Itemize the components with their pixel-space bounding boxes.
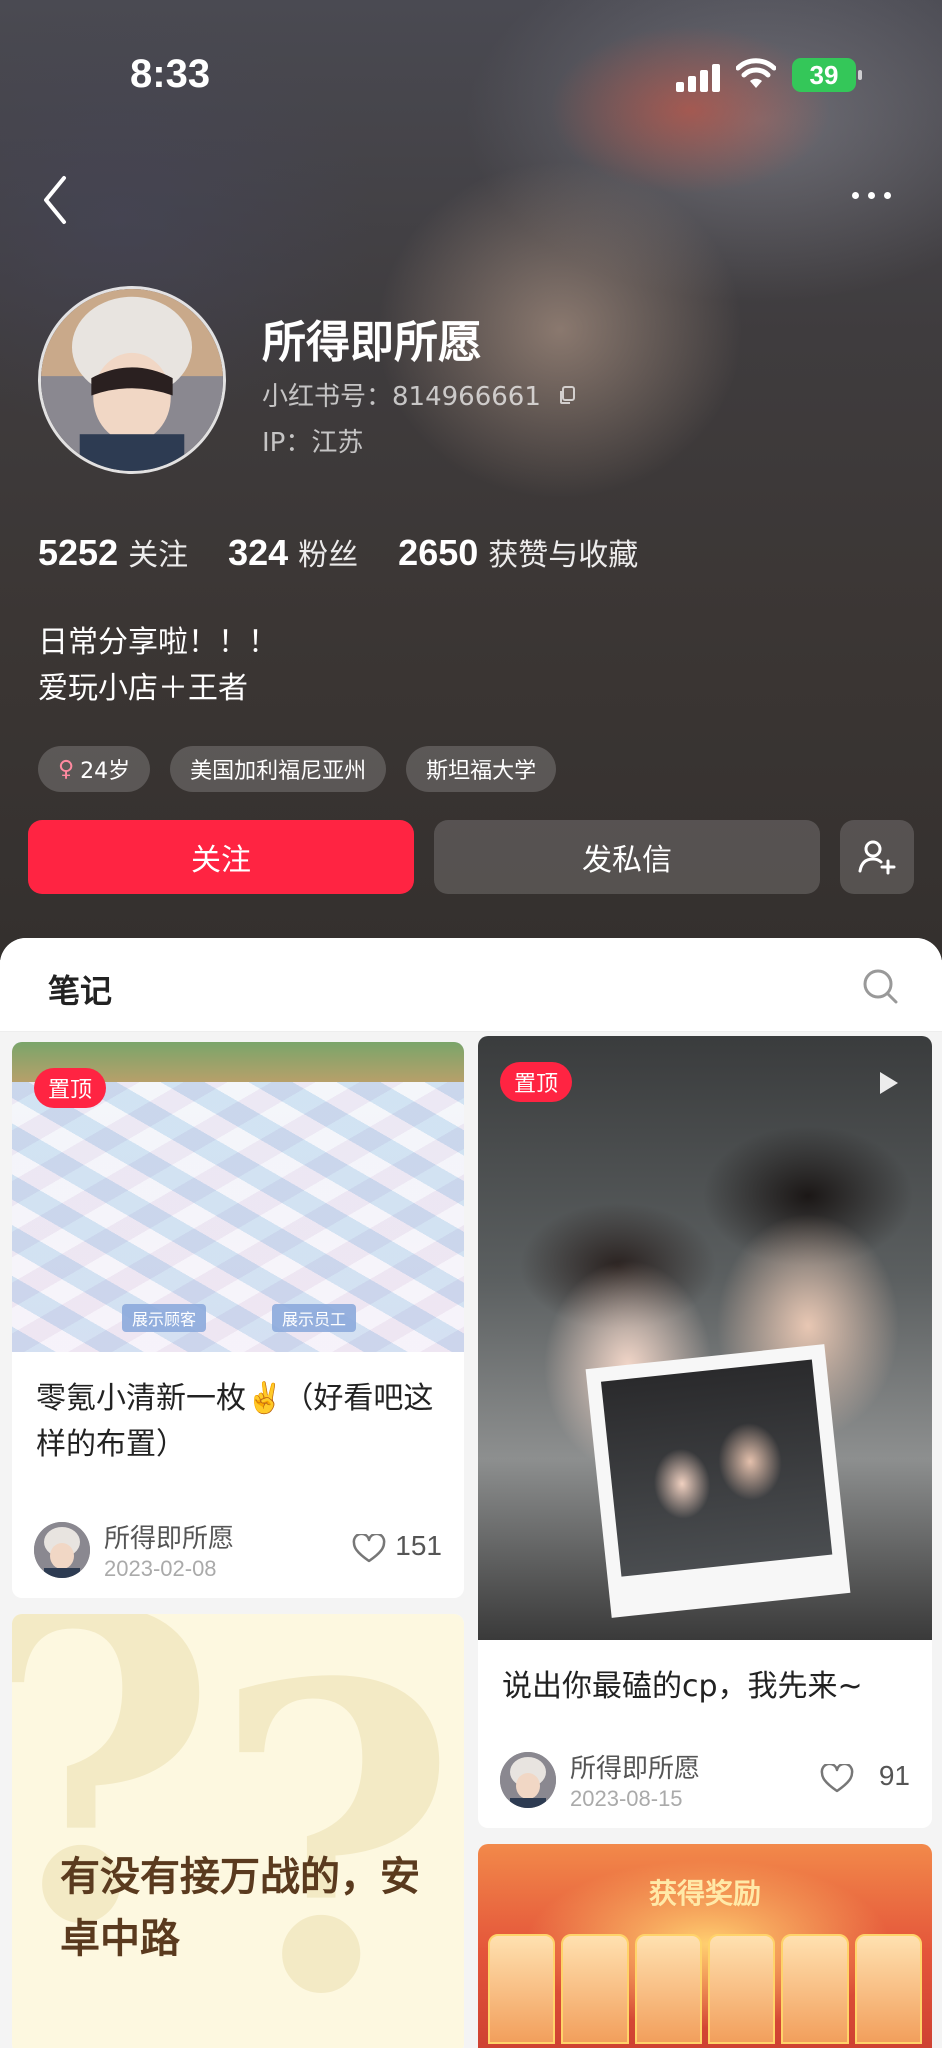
note-card[interactable]: 置顶 说出你最磕的cp，我先来~ 所得即所愿 2023-08-15 91 — [478, 1036, 932, 1828]
author-avatar[interactable] — [34, 1522, 90, 1578]
video-play-icon — [880, 1072, 898, 1094]
heart-icon[interactable] — [352, 1534, 386, 1564]
reward-cover-image: 获得奖励 — [478, 1844, 932, 2048]
bio-line: 爱玩小店＋王者 — [38, 671, 248, 706]
username: 所得即所愿 — [262, 317, 482, 368]
profile-tags: ♀ 24岁 美国加利福尼亚州 斯坦福大学 — [38, 746, 557, 792]
redbook-id-text: 小红书号：814966661 — [262, 382, 541, 412]
add-user-icon — [858, 840, 896, 875]
profile-avatar[interactable] — [38, 286, 226, 474]
cover-text: 获得奖励 — [648, 1877, 761, 1910]
note-cover-image[interactable]: 展示顾客 展示员工 置顶 — [12, 1042, 464, 1352]
profile-header: 8:33 39 所得即所愿 小红书号：814966661 IP：江苏 5252 … — [0, 0, 942, 960]
message-button[interactable]: 发私信 — [434, 820, 820, 894]
like-count: 91 — [878, 1760, 910, 1791]
wifi-icon — [736, 58, 776, 88]
profile-stats: 5252 关注 324 粉丝 2650 获赞与收藏 — [38, 530, 638, 574]
tag-location: 美国加利福尼亚州 — [170, 746, 387, 792]
stat-likes-value: 2650 — [398, 532, 479, 573]
author-name[interactable]: 所得即所愿 — [570, 1748, 700, 1785]
avatar-image — [500, 1752, 556, 1808]
back-button[interactable] — [36, 170, 76, 230]
note-footer: 所得即所愿 2023-08-15 91 — [478, 1732, 932, 1828]
image-tag: 展示顾客 — [122, 1304, 207, 1332]
note-cover-image[interactable]: 获得奖励 — [478, 1844, 932, 2048]
stat-followers-label: 粉丝 — [298, 538, 359, 573]
redbook-id: 小红书号：814966661 — [262, 376, 577, 413]
stat-likes-collects[interactable]: 2650 获赞与收藏 — [398, 530, 638, 574]
stat-followers-value: 324 — [228, 532, 289, 573]
pinned-badge: 置顶 — [500, 1062, 573, 1102]
ip-location: IP：江苏 — [262, 428, 364, 458]
note-cover-image[interactable]: ? ? 有没有接万战的，安卓中路 — [12, 1614, 464, 2048]
status-time: 8:33 — [130, 52, 211, 96]
bio-line: 日常分享啦！！！ — [38, 625, 278, 660]
follow-button[interactable]: 关注 — [28, 820, 414, 894]
battery-icon: 39 — [792, 58, 862, 92]
more-options-button[interactable] — [852, 180, 902, 210]
signal-icon — [676, 60, 720, 92]
note-card[interactable]: 获得奖励 — [478, 1844, 932, 2048]
notes-header: 笔记 — [0, 938, 942, 1032]
image-tag: 展示员工 — [272, 1304, 357, 1332]
tag-gender-age: ♀ 24岁 — [38, 746, 151, 792]
note-title[interactable]: 零氪小清新一枚✌️（好看吧这样的布置） — [12, 1352, 464, 1468]
stat-following[interactable]: 5252 关注 — [38, 530, 188, 574]
cover-text: 有没有接万战的，安卓中路 — [60, 1854, 420, 1962]
search-icon[interactable] — [860, 966, 900, 1006]
pinned-badge: 置顶 — [34, 1068, 107, 1108]
post-date: 2023-08-15 — [570, 1786, 683, 1811]
status-bar: 8:33 39 — [0, 0, 942, 150]
heart-icon[interactable] — [820, 1764, 854, 1794]
add-friend-button[interactable] — [840, 820, 914, 894]
female-icon: ♀ — [58, 756, 75, 782]
note-card[interactable]: 展示顾客 展示员工 置顶 零氪小清新一枚✌️（好看吧这样的布置） 所得即所愿 2… — [12, 1042, 464, 1598]
post-date: 2023-02-08 — [104, 1556, 217, 1581]
avatar-image — [34, 1522, 90, 1578]
question-cover-image: ? ? 有没有接万战的，安卓中路 — [12, 1614, 464, 2048]
tab-notes[interactable]: 笔记 — [48, 966, 112, 1012]
stat-following-label: 关注 — [128, 538, 189, 573]
note-title[interactable]: 说出你最磕的cp，我先来~ — [478, 1640, 932, 1710]
note-footer: 所得即所愿 2023-02-08 151 — [12, 1502, 464, 1598]
tag-school: 斯坦福大学 — [406, 746, 557, 792]
author-name[interactable]: 所得即所愿 — [104, 1518, 234, 1555]
tag-age: 24岁 — [80, 759, 131, 784]
copy-icon[interactable] — [557, 385, 577, 405]
stat-followers[interactable]: 324 粉丝 — [228, 530, 358, 574]
like-count: 151 — [395, 1530, 442, 1561]
author-avatar[interactable] — [500, 1752, 556, 1808]
stat-following-value: 5252 — [38, 532, 119, 573]
stat-likes-label: 获赞与收藏 — [488, 538, 639, 573]
couple-photo-image — [478, 1036, 932, 1640]
note-cover-image[interactable]: 置顶 — [478, 1036, 932, 1640]
note-card[interactable]: ? ? 有没有接万战的，安卓中路 — [12, 1614, 464, 2048]
question-mark-decoration: ? — [212, 1614, 459, 2048]
notes-panel: 笔记 展示顾客 展示员工 置顶 零氪小清新一枚✌️（好看吧这样的布置） 所得即所… — [0, 938, 942, 2048]
profile-bio: 日常分享啦！！！ 爱玩小店＋王者 — [38, 620, 278, 712]
